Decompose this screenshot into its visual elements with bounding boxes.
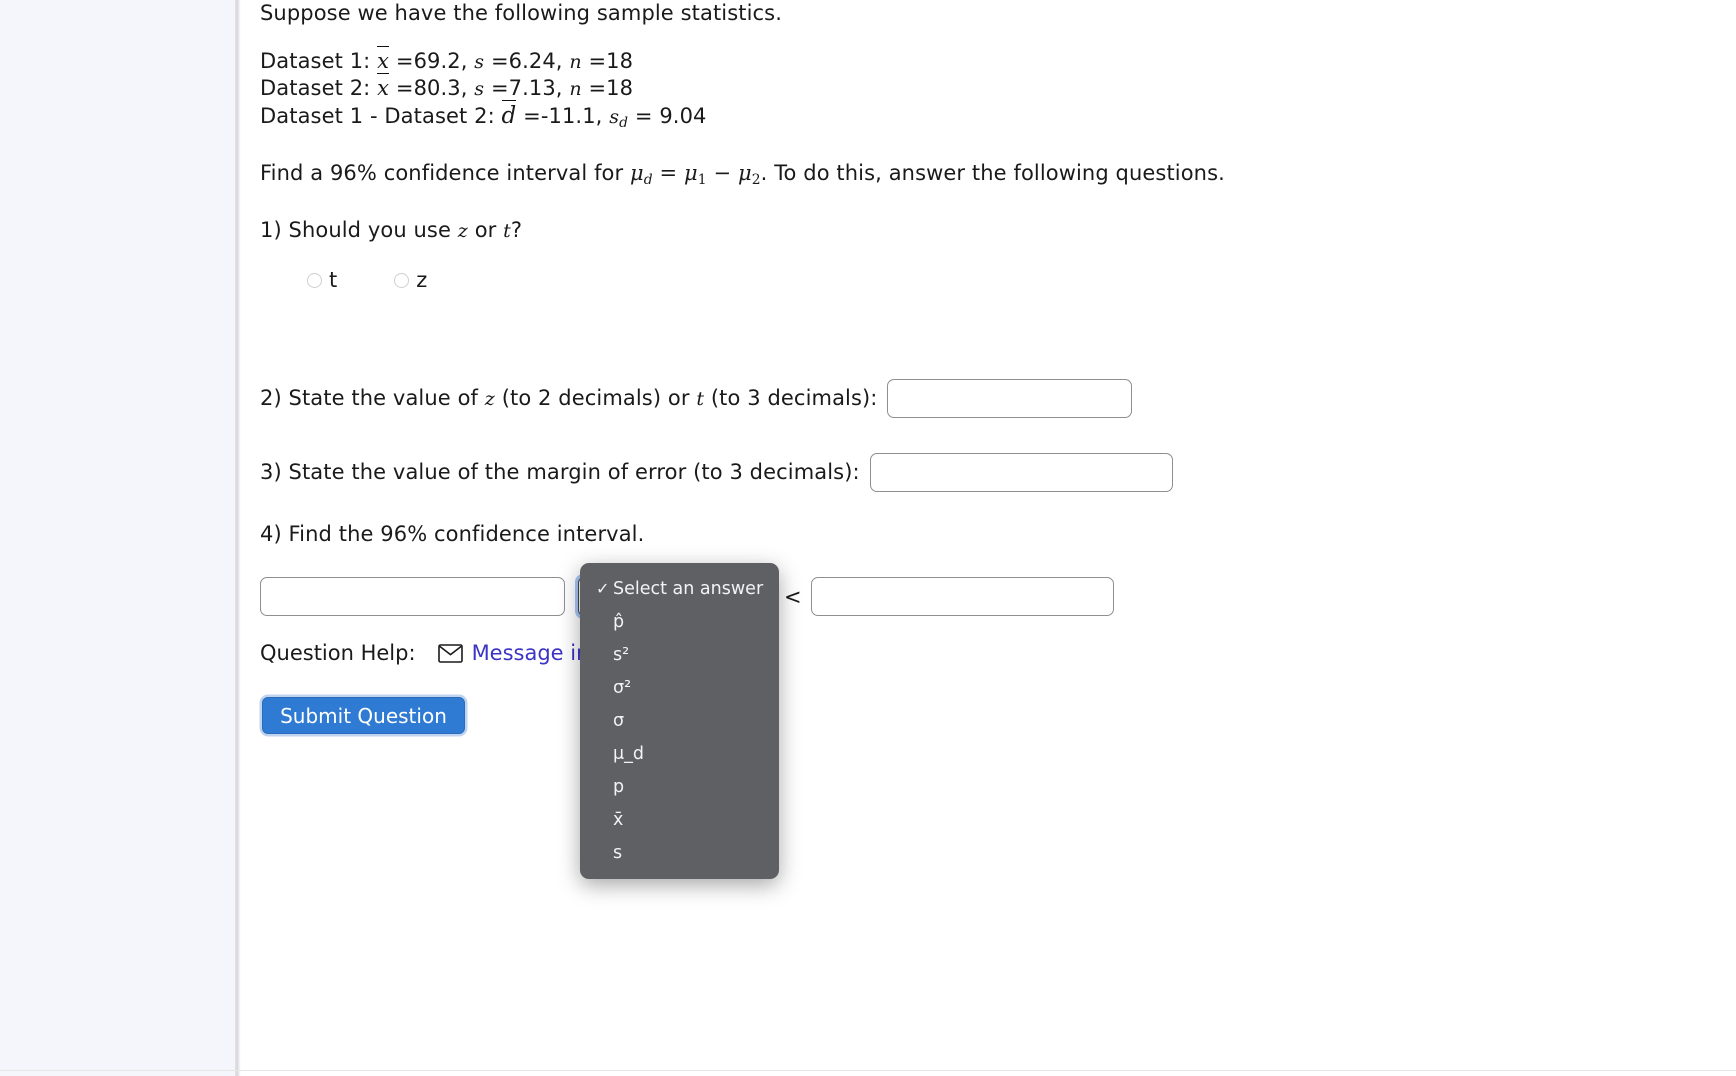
dataset-2-n-value: =18 (588, 75, 634, 100)
find-prefix: Find a 96% confidence interval for (260, 161, 624, 185)
dropdown-item-label: p̂ (613, 611, 625, 632)
dropdown-item-label: σ (613, 710, 625, 731)
find-interval-text: Find a 96% confidence interval for μd = … (260, 160, 1225, 189)
submit-question-button[interactable]: Submit Question (262, 697, 465, 734)
dropdown-item-4[interactable]: σ (580, 704, 779, 737)
dropdown-item-label: σ² (613, 677, 632, 698)
dropdown-item-label: x̄ (613, 809, 624, 830)
question-1-radio-group[interactable]: t z (307, 268, 427, 292)
dropdown-item-8[interactable]: s (580, 836, 779, 869)
dataset-1-mean-symbol: x (377, 46, 390, 73)
q1-prefix: 1) Should you use (260, 218, 451, 242)
sample-statistics-block: Dataset 1: x =69.2, s =6.24, n =18 Datas… (260, 46, 707, 133)
radio-label-t: t (329, 268, 338, 292)
mu-2-subscript: 2 (751, 171, 761, 188)
sd-value: = 9.04 (634, 103, 707, 128)
left-sidebar (0, 0, 235, 1076)
dataset-2-label: Dataset 2: (260, 75, 371, 100)
dataset-2-mean-symbol: x (377, 73, 390, 100)
less-than-symbol: < (784, 584, 802, 609)
dataset-1-n-symbol: n (569, 51, 582, 73)
dataset-2-s-symbol: s (474, 77, 485, 100)
question-help-label: Question Help: (260, 641, 416, 665)
dataset-1-line: Dataset 1: x =69.2, s =6.24, n =18 (260, 46, 707, 75)
dropdown-item-0[interactable]: ✓ Select an answer (580, 572, 779, 605)
ci-lower-input[interactable] (260, 577, 565, 616)
dataset-2-line: Dataset 2: x =80.3, s =7.13, n =18 (260, 73, 707, 102)
question-2-input[interactable] (887, 379, 1133, 418)
sd-subscript: d (619, 114, 629, 131)
mu-d-symbol: μ (630, 161, 644, 185)
find-suffix: . To do this, answer the following quest… (760, 161, 1225, 185)
check-icon: ✓ (596, 579, 610, 598)
radio-label-z: z (416, 268, 428, 292)
question-3-row: 3) State the value of the margin of erro… (260, 453, 1173, 492)
question-2-row: 2) State the value of z (to 2 decimals) … (260, 379, 1133, 418)
radio-option-z[interactable]: z (394, 268, 427, 292)
dataset-1-s-symbol: s (474, 51, 485, 73)
d-bar-value: =-11.1, (523, 103, 603, 128)
envelope-icon (437, 643, 463, 663)
q2-mid1: (to 2 decimals) or (501, 385, 690, 410)
dropdown-item-3[interactable]: σ² (580, 671, 779, 704)
dropdown-item-label: s² (613, 644, 630, 665)
ci-upper-input[interactable] (810, 577, 1114, 616)
bottom-divider (0, 1070, 1736, 1071)
question-3-input[interactable] (869, 453, 1173, 492)
mu-2-symbol: μ (737, 161, 752, 185)
dropdown-item-1[interactable]: p̂ (580, 605, 779, 638)
dropdown-item-label: Select an answer (613, 578, 764, 599)
q1-t-symbol: t (503, 220, 511, 242)
intro-text: Suppose we have the following sample sta… (260, 1, 782, 25)
dataset-1-s-value: =6.24, (490, 49, 563, 73)
dataset-2-n-symbol: n (569, 77, 582, 100)
dataset-2-mean-value: =80.3, (395, 75, 468, 100)
question-content-area: Suppose we have the following sample sta… (241, 0, 1736, 1076)
dataset-1-label: Dataset 1: (260, 49, 371, 73)
dropdown-item-label: p (613, 776, 625, 797)
dropdown-item-label: μ_d (613, 743, 644, 764)
q1-z-symbol: z (457, 220, 468, 242)
dataset-1-n-value: =18 (588, 49, 634, 73)
dropdown-item-6[interactable]: p (580, 770, 779, 803)
q1-suffix: ? (510, 218, 523, 242)
d-bar-symbol: d (502, 99, 517, 131)
page-root: Suppose we have the following sample sta… (0, 0, 1736, 1076)
sd-symbol: s (609, 105, 620, 128)
q2-prefix: 2) State the value of (260, 385, 479, 410)
dropdown-item-2[interactable]: s² (580, 638, 779, 671)
dataset-1-mean-value: =69.2, (395, 49, 468, 73)
radio-option-t[interactable]: t (307, 268, 337, 292)
dropdown-item-5[interactable]: μ_d (580, 737, 779, 770)
question-1-text: 1) Should you use z or t? (260, 217, 522, 245)
mu-1-symbol: μ (684, 161, 698, 185)
dropdown-item-7[interactable]: x̄ (580, 803, 779, 836)
q2-z-symbol: z (484, 387, 495, 410)
equals-sign: = (659, 161, 678, 185)
q2-t-symbol: t (696, 387, 705, 410)
difference-line: Dataset 1 - Dataset 2: d =-11.1, sd = 9.… (260, 99, 707, 133)
mu-1-subscript: 1 (697, 171, 707, 188)
question-3-text: 3) State the value of the margin of erro… (260, 459, 860, 484)
difference-label: Dataset 1 - Dataset 2: (260, 103, 495, 128)
question-2-text: 2) State the value of z (to 2 decimals) … (260, 385, 877, 413)
question-4-text: 4) Find the 96% confidence interval. (260, 522, 645, 546)
minus-sign: − (713, 161, 732, 185)
q2-mid2: (to 3 decimals): (710, 385, 878, 410)
q1-middle: or (474, 218, 497, 242)
mu-d-subscript: d (643, 171, 653, 188)
radio-circle-t[interactable] (307, 272, 322, 288)
question-help-row: Question Help: Message inst (260, 641, 609, 665)
answer-select-dropdown[interactable]: ✓ Select an answer p̂ s² σ² σ μ_dp x̄ s (580, 563, 779, 879)
dropdown-item-label: s (613, 842, 623, 863)
dataset-2-s-value: =7.13, (490, 75, 563, 100)
radio-circle-z[interactable] (394, 272, 410, 288)
